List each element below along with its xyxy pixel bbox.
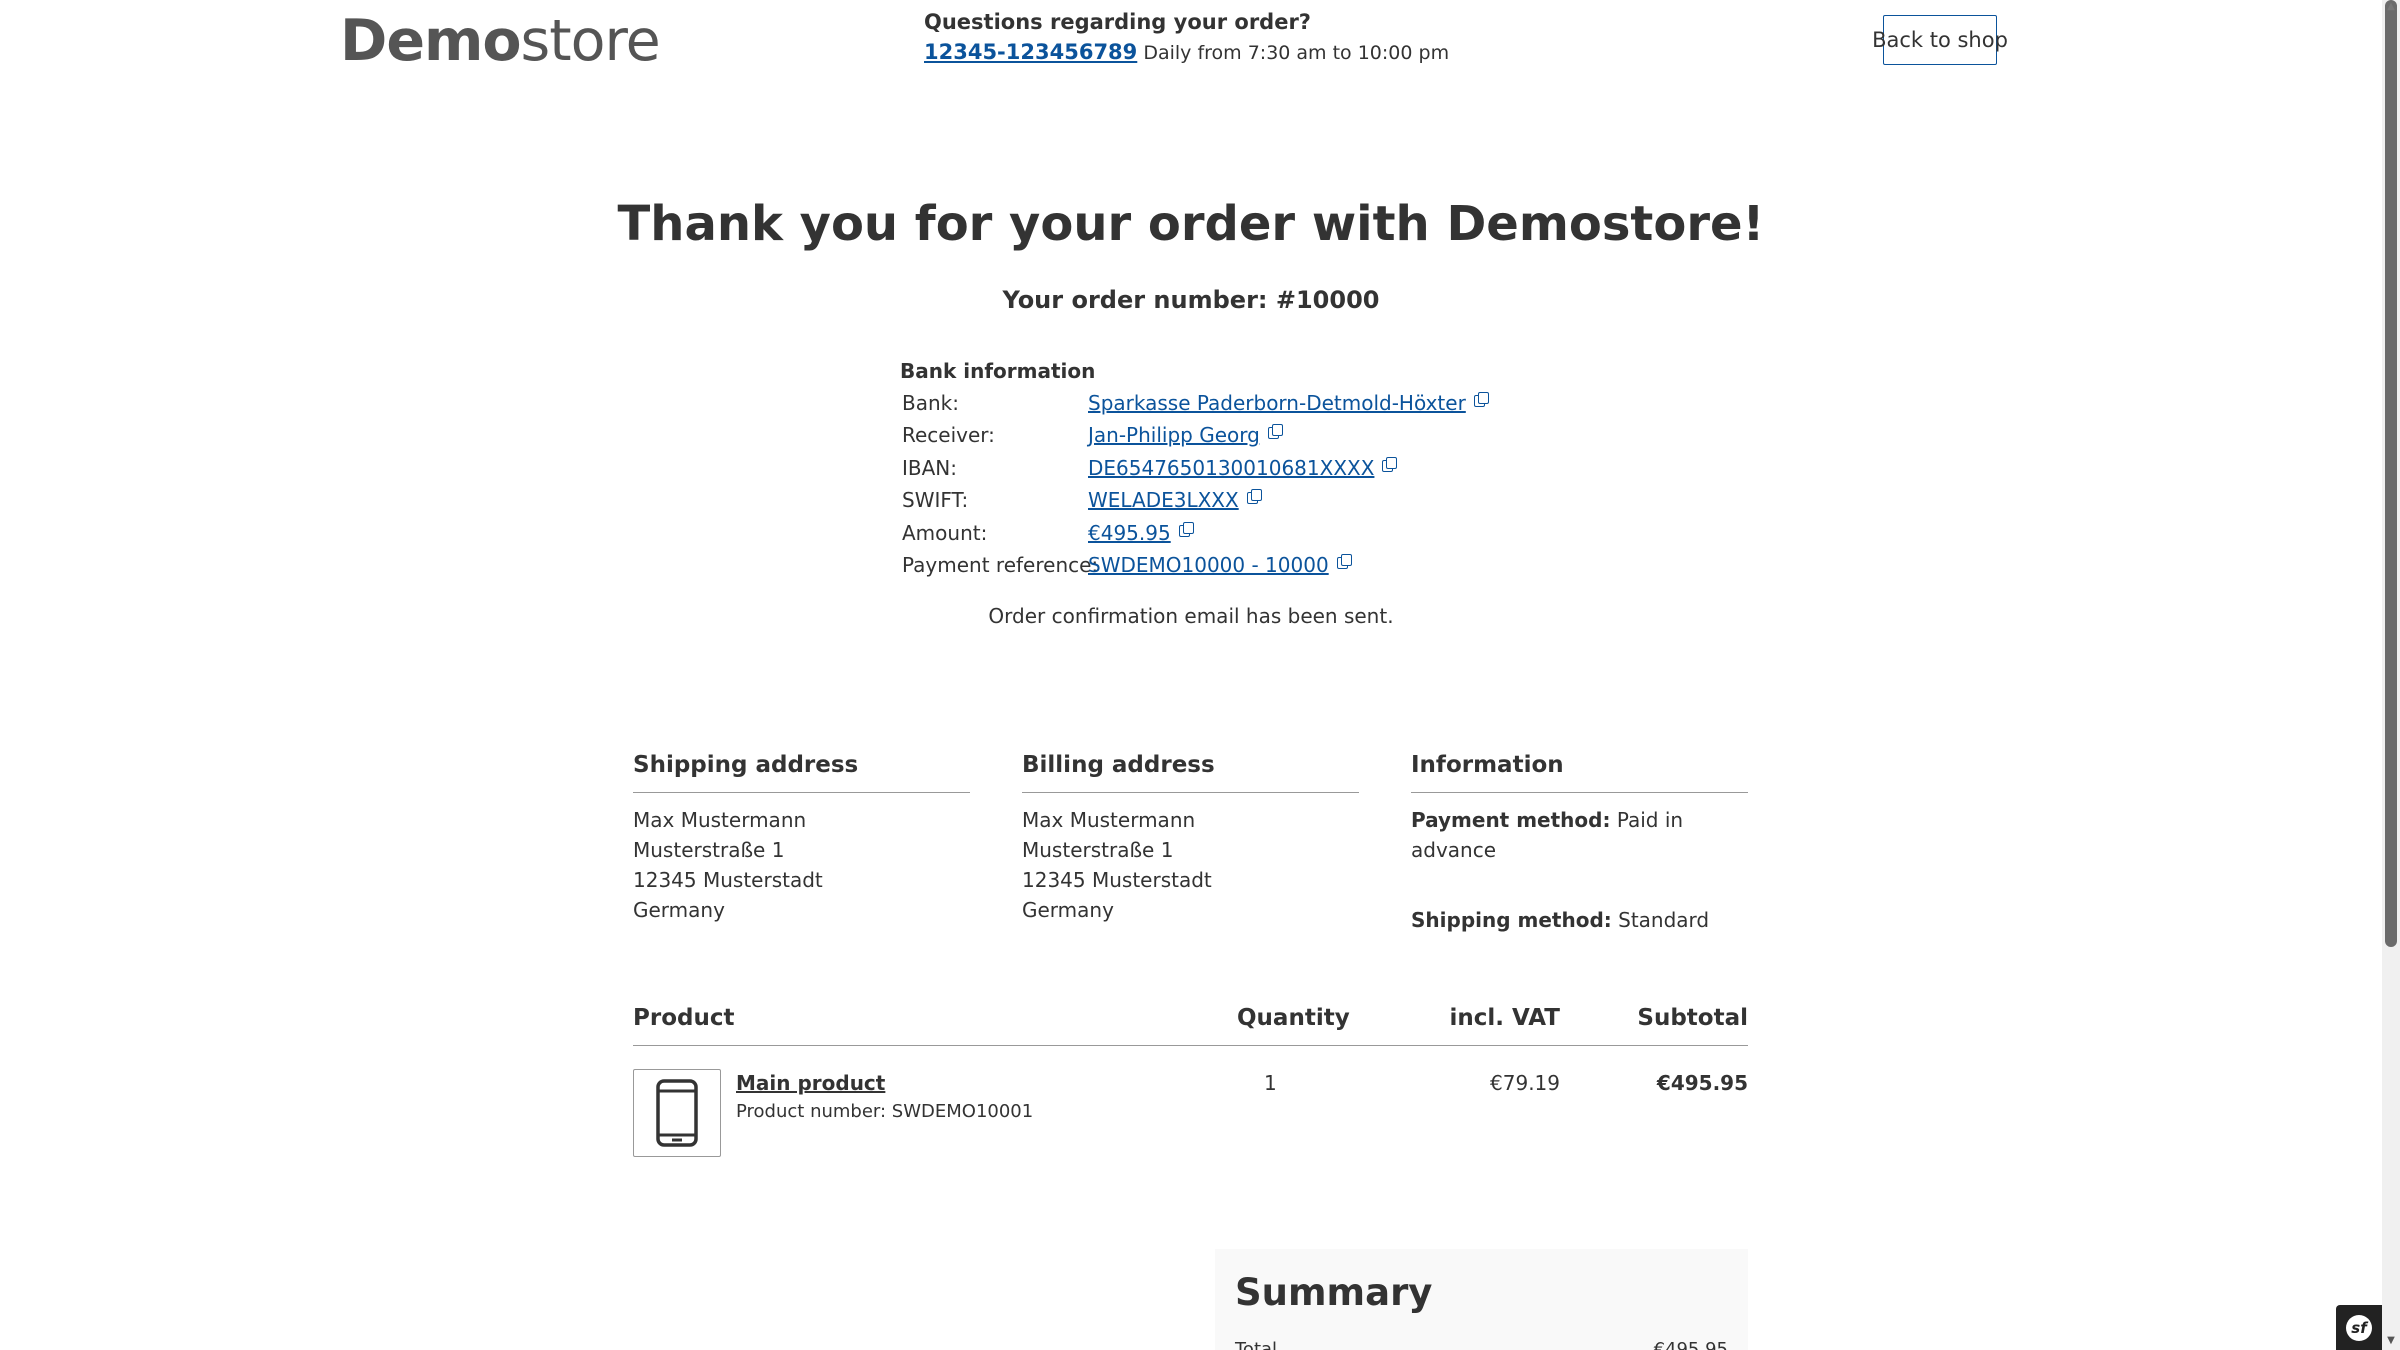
shipping-city: 12345 Musterstadt (633, 868, 823, 892)
information-title: Information (1411, 752, 1748, 793)
logo[interactable]: Demostore (340, 8, 661, 74)
bank-value-link[interactable]: Sparkasse Paderborn-Detmold-Höxter (1088, 391, 1466, 415)
summary-total-label: Total (1235, 1339, 1278, 1350)
shipping-method-label: Shipping method: (1411, 908, 1612, 932)
bank-information-title: Bank information (900, 359, 1096, 383)
amount-value-link[interactable]: €495.95 (1088, 521, 1171, 545)
swift-label: SWIFT: (902, 488, 969, 512)
product-number: Product number: SWDEMO10001 (736, 1101, 1034, 1122)
shipping-street: Musterstraße 1 (633, 838, 785, 862)
shipping-address-title: Shipping address (633, 752, 970, 793)
shipping-country: Germany (633, 898, 725, 922)
shipping-method: Shipping method: Standard (1411, 905, 1748, 935)
billing-country: Germany (1022, 898, 1114, 922)
copy-icon[interactable] (1267, 424, 1283, 439)
column-header-vat: incl. VAT (1449, 1005, 1560, 1031)
billing-address-title: Billing address (1022, 752, 1359, 793)
symfony-logo-icon: sf (2346, 1314, 2372, 1341)
shipping-address: Shipping address Max Mustermann Musterst… (633, 752, 970, 925)
billing-name: Max Mustermann (1022, 808, 1196, 832)
smartphone-icon (656, 1079, 698, 1147)
column-header-quantity: Quantity (1237, 1005, 1350, 1031)
table-divider (633, 1045, 1748, 1046)
iban-value-link[interactable]: DE65476501300106​81XXXX (1088, 456, 1374, 480)
shipping-method-value: Standard (1618, 908, 1710, 932)
back-to-shop-button[interactable]: Back to shop (1872, 15, 2008, 65)
symfony-toolbar-button[interactable]: sf (2336, 1305, 2382, 1350)
product-quantity: 1 (1264, 1071, 1277, 1095)
order-information: Information Payment method: Paid in adva… (1411, 752, 1748, 935)
amount-label: Amount: (902, 521, 988, 545)
shipping-name: Max Mustermann (633, 808, 807, 832)
iban-label: IBAN: (902, 456, 957, 480)
order-number: Your order number: #10000 (1002, 286, 1380, 314)
billing-city: 12345 Musterstadt (1022, 868, 1212, 892)
summary-total-value: €495.95 (1653, 1339, 1728, 1350)
billing-street: Musterstraße 1 (1022, 838, 1174, 862)
help-hours: Daily from 7:30 am to 10:00 pm (1143, 42, 1450, 64)
payment-reference-value-link[interactable]: SWDEMO10000 - 10000 (1088, 553, 1329, 577)
payment-method-label: Payment method: (1411, 808, 1611, 832)
billing-address: Billing address Max Mustermann Musterstr… (1022, 752, 1359, 925)
copy-icon[interactable] (1473, 392, 1489, 407)
scroll-down-arrow-icon[interactable]: ▼ (2384, 1334, 2398, 1348)
copy-icon[interactable] (1246, 489, 1262, 504)
product-vat: €79.19 (1490, 1071, 1560, 1095)
confirmation-message: Order confirmation email has been sent. (988, 604, 1394, 628)
column-header-subtotal: Subtotal (1637, 1005, 1748, 1031)
help-title: Questions regarding your order? (924, 10, 1311, 34)
copy-icon[interactable] (1382, 457, 1398, 472)
receiver-label: Receiver: (902, 423, 995, 447)
scrollbar-thumb[interactable] (2385, 0, 2397, 947)
logo-bold-text: Demo (340, 8, 522, 74)
copy-icon[interactable] (1336, 554, 1352, 569)
scroll-up-arrow-icon[interactable]: ▲ (2384, 0, 2398, 14)
summary-title: Summary (1235, 1271, 1433, 1314)
receiver-value-link[interactable]: Jan-Philipp Georg (1088, 423, 1260, 447)
copy-icon[interactable] (1178, 522, 1194, 537)
bank-label: Bank: (902, 391, 959, 415)
page-title: Thank you for your order with Demostore! (617, 196, 1765, 252)
logo-light-text: store (520, 8, 661, 74)
swift-value-link[interactable]: WELADE3LXXX (1088, 488, 1239, 512)
column-header-product: Product (633, 1005, 735, 1031)
product-name-link[interactable]: Main product (736, 1071, 885, 1095)
payment-method: Payment method: Paid in advance (1411, 805, 1748, 865)
payment-reference-label: Payment reference: (902, 553, 1099, 577)
help-line: 12345-123456789 Daily from 7:30 am to 10… (924, 40, 1449, 64)
product-thumbnail[interactable] (633, 1069, 721, 1157)
summary-box: Summary Total €495.95 (1215, 1249, 1748, 1350)
phone-link[interactable]: 12345-123456789 (924, 40, 1137, 64)
product-subtotal: €495.95 (1656, 1071, 1748, 1095)
